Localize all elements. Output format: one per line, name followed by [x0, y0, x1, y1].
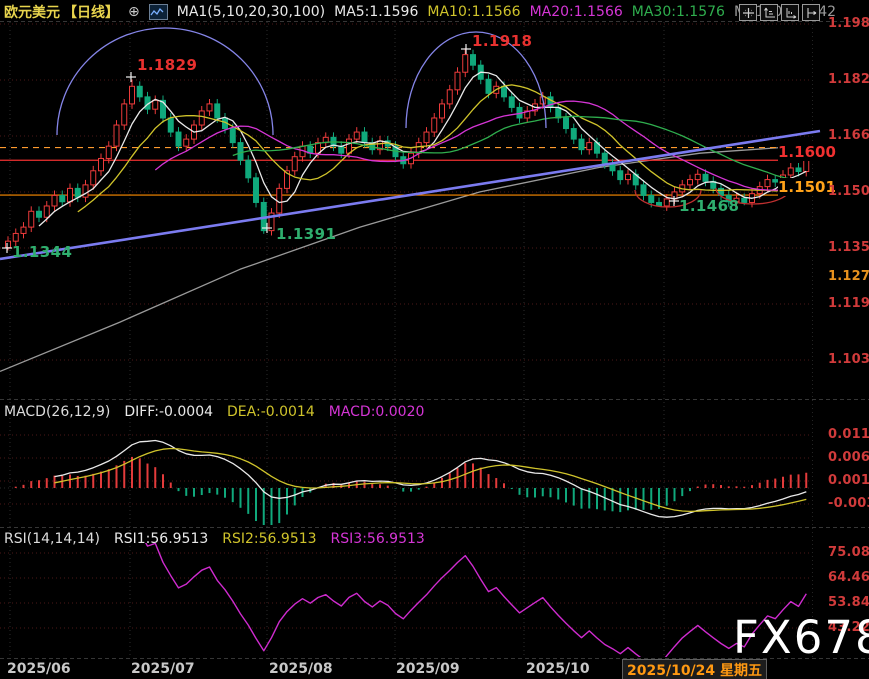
- macd-title: MACD(26,12,9): [4, 404, 110, 420]
- ma-settings-label: MA1(5,10,20,30,100): [177, 4, 325, 20]
- x-axis-scale-icon[interactable]: [781, 4, 799, 21]
- move-crosshair-icon[interactable]: [739, 4, 757, 21]
- rsi3-value: RSI3:56.9513: [331, 531, 425, 547]
- expand-icon[interactable]: ⊕: [128, 4, 140, 20]
- ma30-value: MA30:1.1576: [632, 4, 725, 20]
- macd-diff-value: DIFF:-0.0004: [124, 404, 213, 420]
- rsi2-value: RSI2:56.9513: [222, 531, 316, 547]
- chart-header: 欧元美元 【日线】 ⊕ MA1(5,10,20,30,100) MA5:1.15…: [4, 2, 836, 22]
- macd-hist-value: MACD:0.0020: [329, 404, 425, 420]
- chart-canvas[interactable]: [0, 0, 869, 679]
- ma10-value: MA10:1.1566: [427, 4, 520, 20]
- rsi-title: RSI(14,14,14): [4, 531, 100, 547]
- ma5-value: MA5:1.1596: [334, 4, 418, 20]
- rsi-panel-header: RSI(14,14,14) RSI1:56.9513 RSI2:56.9513 …: [4, 531, 425, 547]
- timeframe-label: 【日线】: [63, 2, 119, 22]
- shift-right-icon[interactable]: [802, 4, 820, 21]
- macd-panel-header: MACD(26,12,9) DIFF:-0.0004 DEA:-0.0014 M…: [4, 404, 424, 420]
- y-axis-scale-icon[interactable]: [760, 4, 778, 21]
- symbol-name: 欧元美元: [4, 2, 60, 22]
- chart-toolbar: [739, 4, 820, 21]
- watermark: FX678: [733, 611, 869, 664]
- macd-dea-value: DEA:-0.0014: [227, 404, 315, 420]
- chart-application-window: 欧元美元 【日线】 ⊕ MA1(5,10,20,30,100) MA5:1.15…: [0, 0, 869, 679]
- ma20-value: MA20:1.1566: [530, 4, 623, 20]
- rsi1-value: RSI1:56.9513: [114, 531, 208, 547]
- chart-type-icon[interactable]: [149, 4, 168, 20]
